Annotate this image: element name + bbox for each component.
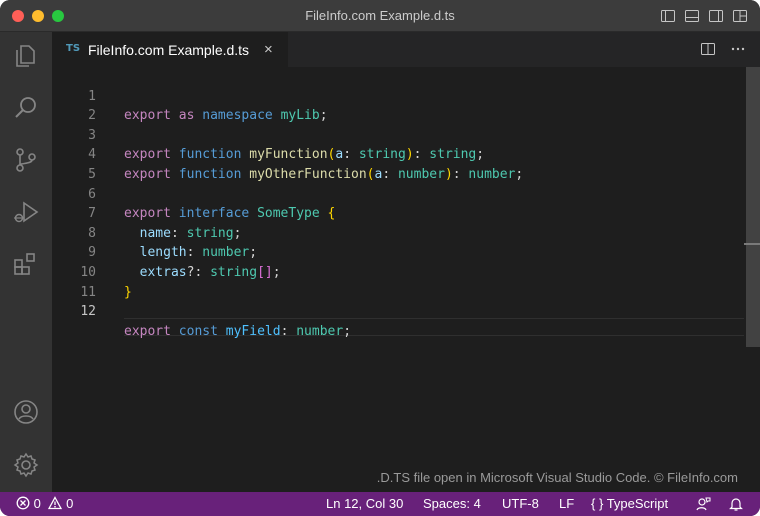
toggle-secondary-sidebar-icon[interactable] [708,8,724,24]
status-bar: 0 0 Ln 12, Col 30 Spaces: 4 UTF-8 LF { }… [0,492,760,516]
warning-icon [48,496,63,510]
code-line: 9 extras?: string[]; [52,224,744,280]
line-number-active: 12 [80,304,96,320]
tab-active-file[interactable]: TS FileInfo.com Example.d.ts × [52,32,288,67]
editor-tabs: TS FileInfo.com Example.d.ts × [52,32,760,67]
code-line: 2 [52,87,744,123]
code-line: 6 export interface SomeType { [52,165,744,222]
code-line: 4 export function myOtherFunction(a: num… [52,126,744,182]
vertical-scrollbar[interactable] [744,67,760,492]
code-editor[interactable]: 1 export as namespace myLib; 2 3 export … [52,67,744,492]
explorer-icon[interactable] [12,42,40,70]
search-icon[interactable] [12,94,40,122]
code-line: 12 export const myField: number; [52,283,744,339]
tab-label: FileInfo.com Example.d.ts [88,42,250,58]
encoding[interactable]: UTF-8 [502,492,539,516]
layout-controls [660,8,748,24]
cursor-position[interactable]: Ln 12, Col 30 [326,492,403,516]
code-line: 3 export function myFunction(a: string):… [52,106,744,163]
error-icon [16,496,30,510]
split-editor-icon[interactable] [700,41,716,62]
editor-actions [700,41,746,62]
scrollbar-cursor-marker [744,243,760,245]
end-of-line[interactable]: LF [559,492,574,516]
typescript-file-icon: TS [66,43,81,54]
bell-icon[interactable] [728,496,744,512]
error-count: 0 [33,496,41,511]
source-control-icon[interactable] [12,146,40,174]
code-line: 7 name: string; [52,185,744,241]
language-label: TypeScript [606,496,669,511]
toggle-panel-icon[interactable] [684,8,700,24]
code-line: 10 } [52,243,744,300]
window-title: FileInfo.com Example.d.ts [305,8,455,23]
indentation[interactable]: Spaces: 4 [423,492,481,516]
more-actions-icon[interactable] [730,41,746,62]
account-icon[interactable] [12,398,40,426]
settings-gear-icon[interactable] [12,451,40,479]
code-line: 1 export as namespace myLib; [52,67,744,124]
title-bar: FileInfo.com Example.d.ts [0,0,760,32]
activity-bar [0,32,52,492]
close-tab-icon[interactable]: × [264,41,273,58]
code-line: 5 [52,145,744,182]
credit-caption: .D.TS file open in Microsoft Visual Stud… [376,470,738,485]
editor-area: TS FileInfo.com Example.d.ts × 1 export … [52,32,760,492]
warning-count: 0 [66,496,74,511]
toggle-primary-sidebar-icon[interactable] [660,8,676,24]
run-debug-icon[interactable] [12,198,40,226]
feedback-icon[interactable] [695,496,711,512]
code-line: 8 length: number; [52,204,744,261]
line-text: export const myField: number; [124,323,352,339]
customize-layout-icon[interactable] [732,8,748,24]
vscode-window: FileInfo.com Example.d.ts TS FileInfo.co… [0,0,760,516]
problems-indicator[interactable]: 0 0 [16,492,73,516]
extensions-icon[interactable] [12,250,40,278]
code-line: 11 [52,263,744,300]
language-mode[interactable]: { } TypeScript [591,492,668,516]
scrollbar-thumb[interactable] [746,67,760,347]
braces-icon: { } [591,496,604,511]
